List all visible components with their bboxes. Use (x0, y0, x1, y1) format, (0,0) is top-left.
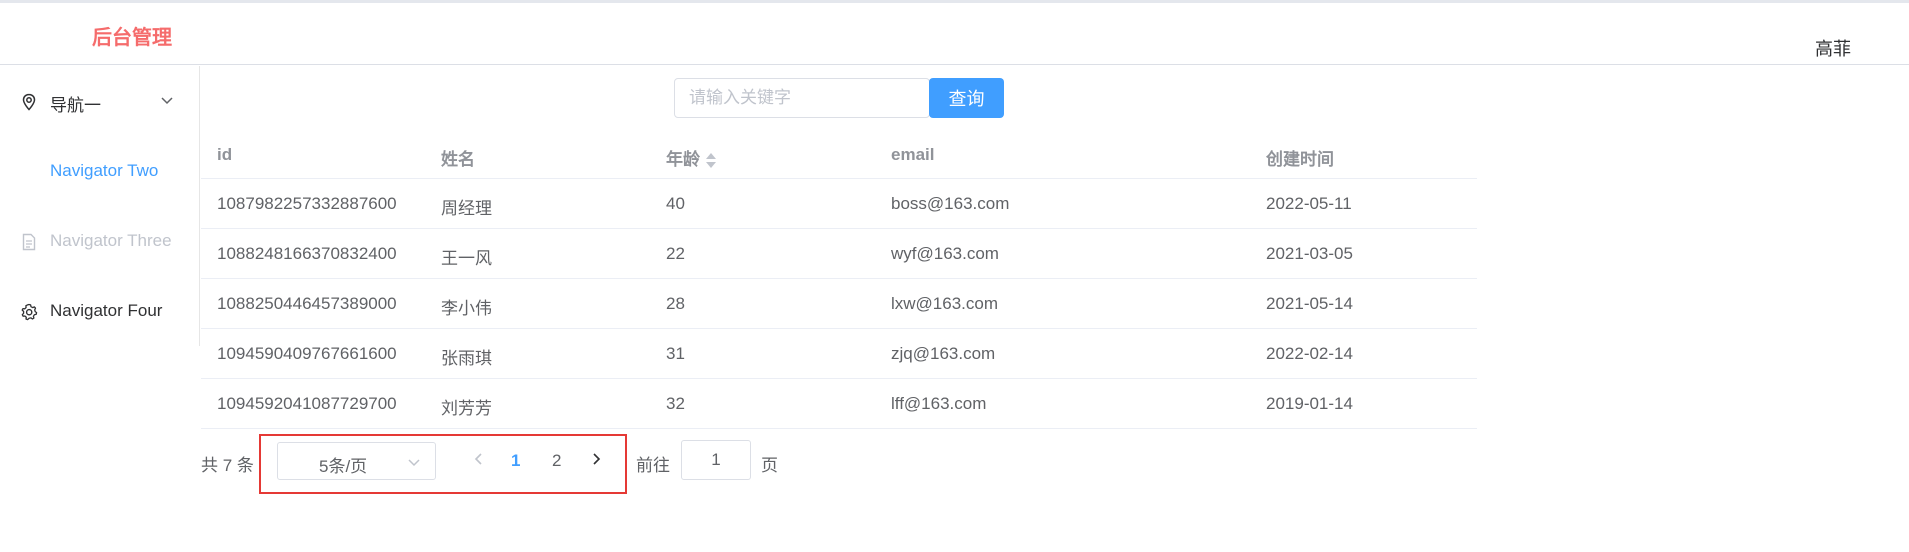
table-row[interactable]: 1094590409767661600 张雨琪 31 zjq@163.com 2… (201, 329, 1477, 379)
cell-id: 1088250446457389000 (217, 294, 397, 313)
column-header-created-time: 创建时间 (1266, 150, 1334, 169)
cell-name: 李小伟 (441, 299, 492, 318)
sidebar-item-label: Navigator Two (50, 161, 159, 180)
cell-email: zjq@163.com (891, 344, 996, 363)
cell-email: boss@163.com (891, 194, 1010, 213)
location-icon (22, 93, 36, 111)
app-brand-title: 后台管理 (92, 27, 172, 49)
cell-created-time: 2021-03-05 (1266, 244, 1353, 263)
table-row[interactable]: 1088250446457389000 李小伟 28 lxw@163.com 2… (201, 279, 1477, 329)
search-input[interactable] (674, 78, 930, 118)
column-header-age-sortable[interactable]: 年龄 (666, 145, 716, 170)
cell-created-time: 2021-05-14 (1266, 294, 1353, 313)
cell-id: 1094592041087729700 (217, 394, 397, 413)
cell-email: lff@163.com (891, 394, 987, 413)
sidebar-item-label: Navigator Three (50, 231, 172, 250)
cell-created-time: 2022-02-14 (1266, 344, 1353, 363)
cell-email: lxw@163.com (891, 294, 999, 313)
pagination-highlight-box (259, 434, 627, 494)
data-table: id 姓名 年龄 email 创建时间 1087982257332887600 … (201, 130, 1477, 429)
cell-id: 1094590409767661600 (217, 344, 397, 363)
cell-name: 刘芳芳 (441, 399, 492, 418)
table-header-row: id 姓名 年龄 email 创建时间 (201, 130, 1477, 179)
cell-age: 40 (666, 194, 685, 213)
sidebar-item-label: 导航一 (50, 96, 101, 115)
cell-created-time: 2022-05-11 (1266, 194, 1352, 213)
app-header: 后台管理 高菲 (0, 3, 1909, 65)
cell-age: 22 (666, 244, 685, 263)
cell-name: 王一风 (441, 249, 492, 268)
cell-age: 32 (666, 394, 685, 413)
sidebar-item-label: Navigator Four (50, 301, 163, 320)
cell-name: 周经理 (441, 199, 492, 218)
chevron-down-icon (161, 97, 173, 105)
sort-caret-icon[interactable] (706, 152, 716, 169)
column-header-age-label: 年龄 (666, 150, 700, 169)
search-button[interactable]: 查询 (929, 78, 1004, 118)
table-row[interactable]: 1087982257332887600 周经理 40 boss@163.com … (201, 179, 1477, 229)
cell-created-time: 2019-01-14 (1266, 394, 1353, 413)
table-row[interactable]: 1094592041087729700 刘芳芳 32 lff@163.com 2… (201, 379, 1477, 429)
page-unit-label: 页 (761, 456, 778, 475)
cell-age: 28 (666, 294, 685, 313)
page-jump-input[interactable] (681, 440, 751, 480)
table-row[interactable]: 1088248166370832400 王一风 22 wyf@163.com 2… (201, 229, 1477, 279)
cell-email: wyf@163.com (891, 244, 999, 263)
pagination-total: 共 7 条 (201, 456, 254, 475)
sidebar-item-navigator-three: Navigator Three (0, 214, 199, 270)
cell-age: 31 (666, 344, 685, 363)
sidebar-item-navigator-four[interactable]: Navigator Four (0, 284, 199, 340)
sidebar-item-nav-one[interactable]: 导航一 (0, 74, 199, 130)
cell-id: 1088248166370832400 (217, 244, 397, 263)
column-header-name: 姓名 (441, 150, 475, 169)
column-header-email: email (891, 145, 935, 164)
sidebar-menu: 导航一 Navigator Two Navigator Three Naviga… (0, 66, 200, 346)
sidebar-item-navigator-two[interactable]: Navigator Two (0, 144, 199, 200)
user-name[interactable]: 高菲 (1815, 35, 1851, 61)
document-icon (22, 233, 36, 251)
cell-name: 张雨琪 (441, 349, 492, 368)
gear-icon (21, 303, 38, 321)
cell-id: 1087982257332887600 (217, 194, 397, 213)
column-header-id: id (217, 145, 233, 164)
goto-label: 前往 (636, 456, 670, 475)
